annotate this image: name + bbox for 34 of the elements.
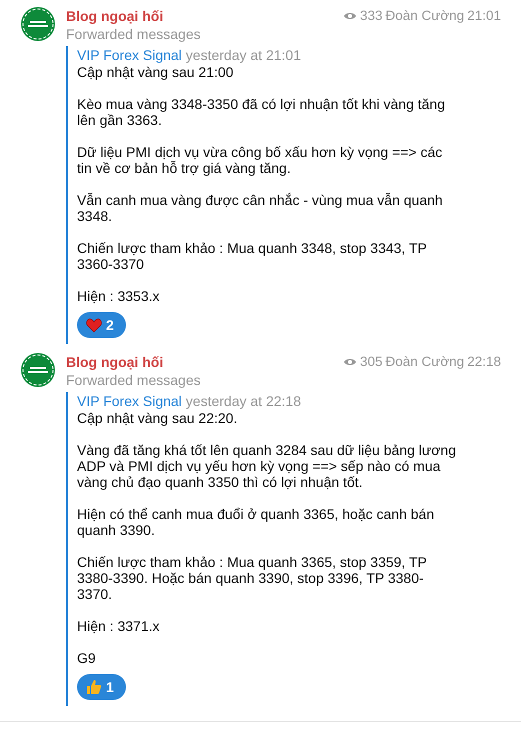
source-name[interactable]: VIP Forex Signal [77, 46, 182, 64]
thumbs-up-icon [86, 679, 102, 695]
view-count: 333 [360, 8, 383, 23]
channel-name[interactable]: Blog ngoại hối [66, 354, 164, 370]
message-text: Vàng đã tăng khá tốt lên quanh 3284 sau dữ liệu bảng lương ADP và PMI dịch vụ yếu hơn kỳ vọng ==> sếp nào có mua vàng chủ đạo quanh 3350 thì có lợi nhuận tốt. [77, 442, 457, 490]
source-time: yesterday at 21:01 [186, 46, 301, 64]
message-text: Chiến lược tham khảo : Mua quanh 3365, stop 3359, TP 3380-3390. Hoặc bán quanh 3390, stop 3396, TP 3380-3370. [77, 554, 428, 602]
message-text: Kèo mua vàng 3348-3350 đã có lợi nhuận tốt khi vàng tăng lên gần 3363. [77, 96, 446, 128]
reaction-button[interactable]: 2 [77, 312, 126, 338]
message-text: Hiện có thể canh mua đuổi ở quanh 3365, hoặc canh bán quanh 3390. [77, 506, 436, 538]
message-time: 21:01 [467, 8, 501, 23]
channel-name[interactable]: Blog ngoại hối [66, 8, 164, 24]
channel-avatar-icon [20, 352, 56, 388]
message-text: Hiện : 3353.x [77, 288, 160, 304]
message-text: G9 [77, 650, 97, 666]
message-text: Cập nhật vàng sau 22:20. [77, 410, 238, 426]
eye-icon [342, 10, 357, 20]
message-text: Chiến lược tham khảo : Mua quanh 3348, stop 3343, TP 3360-3370 [77, 240, 428, 272]
reaction-button[interactable]: 1 [77, 674, 126, 700]
author-name: Đoàn Cường [386, 8, 464, 23]
author-name: Đoàn Cường [386, 354, 464, 369]
heart-icon [86, 318, 102, 332]
source-name[interactable]: VIP Forex Signal [77, 392, 182, 410]
view-count: 305 [360, 354, 383, 369]
forwarded-label: Forwarded messages [66, 25, 202, 44]
channel-avatar-icon [20, 6, 56, 42]
message-text: Vẫn canh mua vàng được cân nhắc - vùng mua vẫn quanh 3348. [77, 192, 444, 224]
message-text: Dữ liệu PMI dịch vụ vừa công bố xấu hơn kỳ vọng ==> các tin về cơ bản hỗ trợ giá vàng tăng. [77, 144, 444, 176]
message-text: Hiện : 3371.x [77, 618, 160, 634]
eye-icon [342, 356, 357, 366]
message-time: 22:18 [467, 354, 501, 369]
source-time: yesterday at 22:18 [186, 392, 301, 410]
message-text: Cập nhật vàng sau 21:00 [77, 64, 234, 80]
forwarded-label: Forwarded messages [66, 371, 202, 390]
